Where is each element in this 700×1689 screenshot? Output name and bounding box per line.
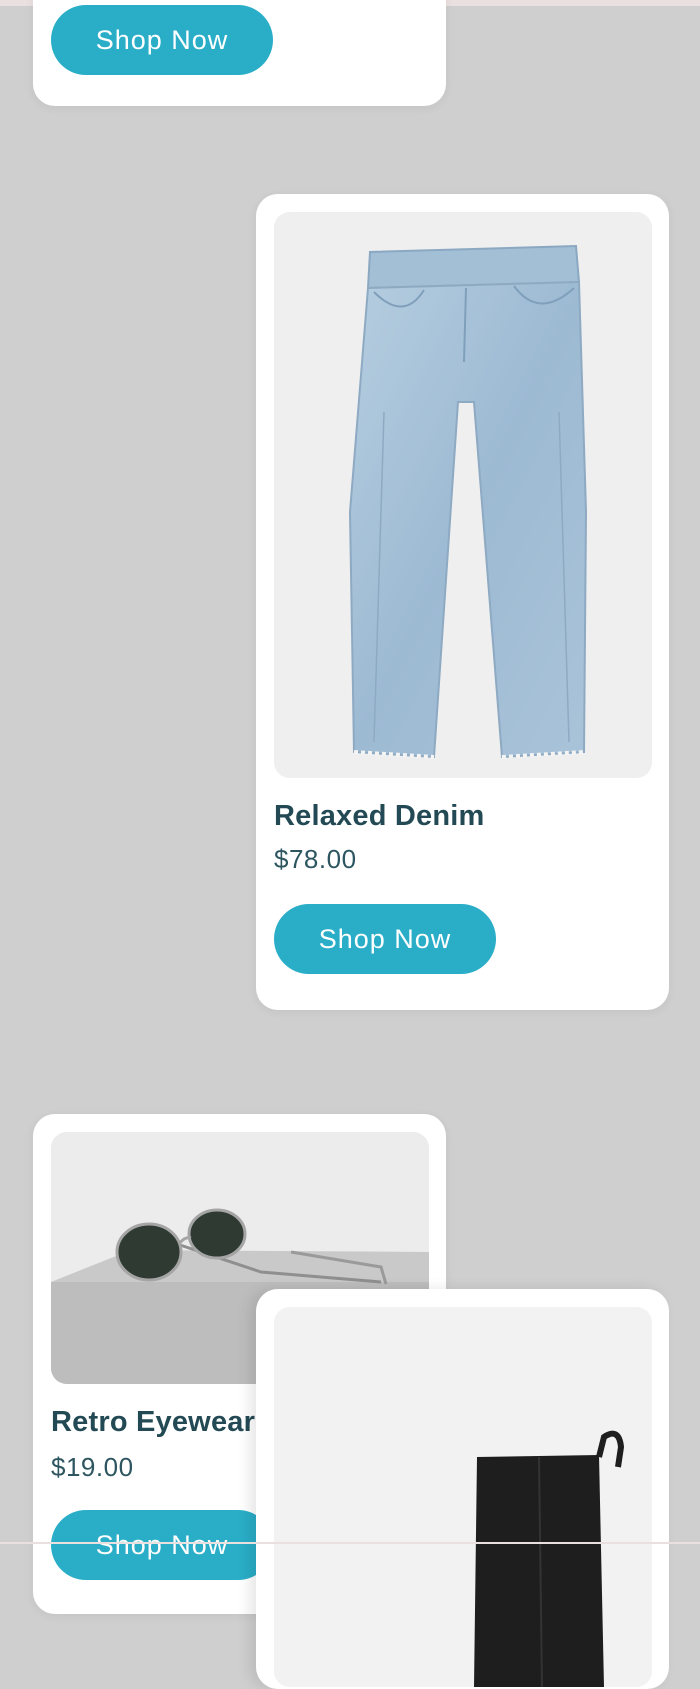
product-price: $19.00 [51,1452,134,1482]
shop-now-button[interactable]: Shop Now [274,904,496,974]
jeans-image [274,212,652,778]
product-card-relaxed-denim: Relaxed Denim $78.00 Shop Now [256,194,669,1010]
boot-image [274,1307,652,1687]
product-card-boot [256,1289,669,1689]
product-price: $78.00 [274,844,357,874]
product-title: Retro Eyewear [51,1406,256,1438]
shop-now-button[interactable]: Shop Now [51,5,273,75]
product-title: Relaxed Denim [274,800,485,832]
product-card-partial: Shop Now [33,0,446,106]
shop-now-button[interactable]: Shop Now [51,1510,273,1580]
